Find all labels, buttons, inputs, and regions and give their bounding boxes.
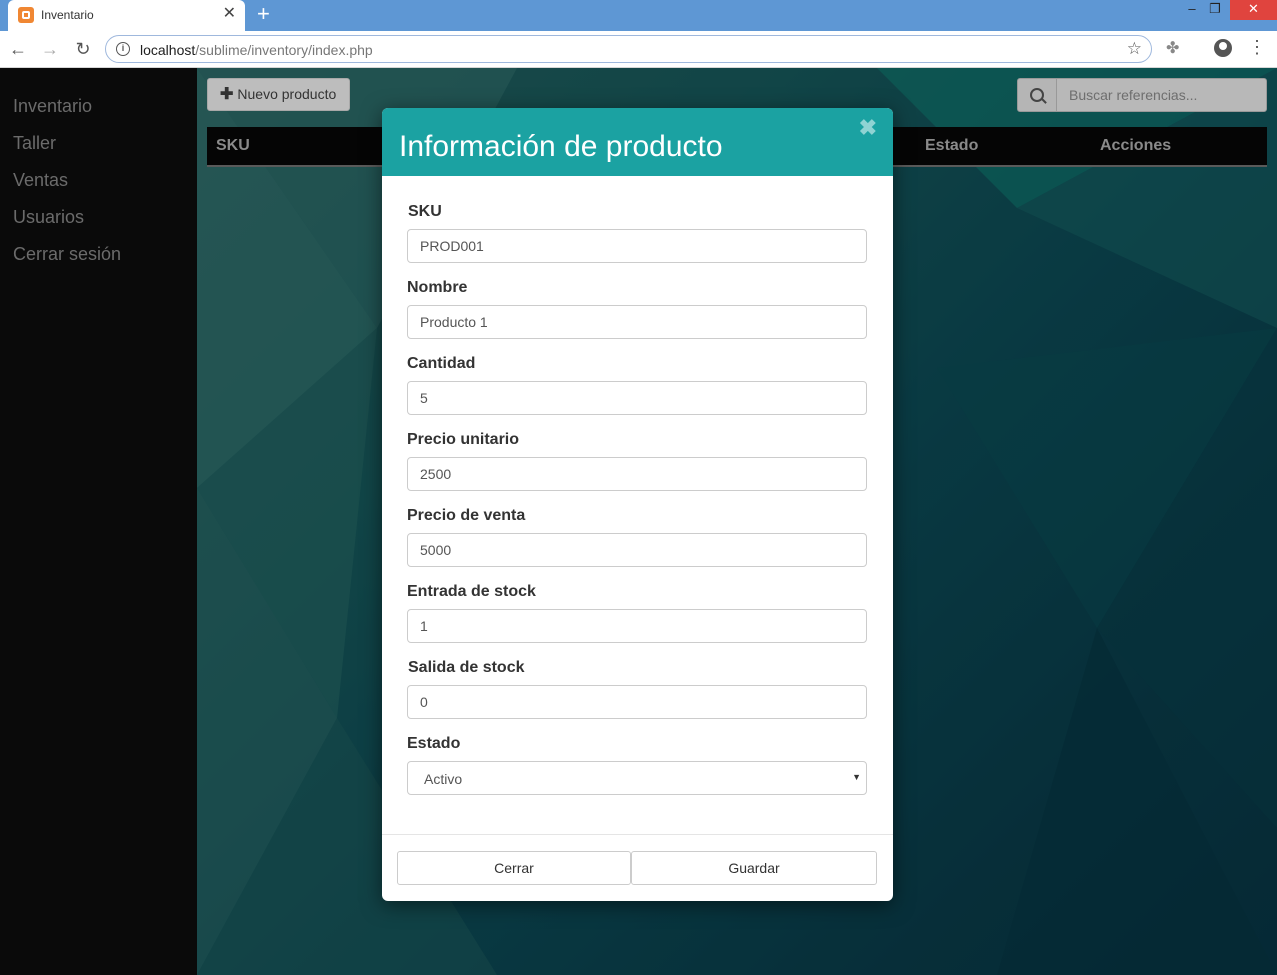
- new-product-button[interactable]: ✚ Nuevo producto: [207, 78, 350, 111]
- estado-label: Estado: [407, 735, 461, 752]
- column-header-estado: Estado: [925, 137, 979, 154]
- modal-close-icon[interactable]: ✖: [859, 115, 877, 141]
- sidebar-item-cerrar-sesion[interactable]: Cerrar sesión: [13, 244, 121, 265]
- url-host: localhost: [140, 42, 196, 58]
- extension-icon[interactable]: ✤: [1166, 38, 1179, 58]
- dropdown-arrow-icon: ▼: [852, 772, 861, 782]
- modal-footer-divider: [382, 834, 893, 835]
- nombre-label: Nombre: [407, 279, 468, 296]
- column-header-sku: SKU: [216, 137, 250, 154]
- browser-tab[interactable]: Inventario ✕: [8, 0, 245, 31]
- product-info-modal: Información de producto ✖ SKU Nombre Can…: [382, 108, 893, 901]
- search-input[interactable]: [1056, 78, 1267, 112]
- nombre-field[interactable]: [407, 305, 867, 339]
- column-header-acciones: Acciones: [1100, 137, 1172, 154]
- window-close-icon[interactable]: ✕: [1230, 0, 1277, 20]
- plus-icon: ✚: [220, 86, 234, 103]
- estado-select[interactable]: Activo ▼: [407, 761, 867, 795]
- sidebar-item-ventas[interactable]: Ventas: [13, 170, 68, 191]
- address-bar[interactable]: i localhost/sublime/inventory/index.php …: [105, 35, 1152, 63]
- restore-icon[interactable]: ❐: [1200, 0, 1230, 20]
- modal-title: Información de producto: [399, 130, 723, 163]
- bookmark-star-icon[interactable]: ☆: [1127, 39, 1142, 59]
- cantidad-label: Cantidad: [407, 355, 476, 372]
- salida-stock-field[interactable]: [407, 685, 867, 719]
- estado-selected-value: Activo: [424, 771, 463, 787]
- precio-unitario-label: Precio unitario: [407, 431, 520, 448]
- sidebar-item-taller[interactable]: Taller: [13, 133, 56, 154]
- close-button[interactable]: Cerrar: [397, 851, 631, 885]
- forward-arrow-icon[interactable]: →: [38, 37, 62, 61]
- reload-icon[interactable]: ↻: [71, 37, 95, 61]
- browser-toolbar: ← → ↻ i localhost/sublime/inventory/inde…: [0, 31, 1277, 68]
- account-icon[interactable]: [1214, 39, 1232, 57]
- info-icon[interactable]: i: [116, 42, 130, 56]
- new-product-label: Nuevo producto: [237, 86, 337, 102]
- sku-field[interactable]: [407, 229, 867, 263]
- cantidad-field[interactable]: [407, 381, 867, 415]
- more-menu-icon[interactable]: ⋮: [1248, 37, 1266, 57]
- new-tab-icon[interactable]: +: [257, 3, 270, 25]
- sidebar-item-inventario[interactable]: Inventario: [13, 96, 92, 117]
- browser-titlebar: Inventario ✕ + – ❐ ✕: [0, 0, 1277, 31]
- precio-venta-field[interactable]: [407, 533, 867, 567]
- precio-unitario-field[interactable]: [407, 457, 867, 491]
- sidebar-item-usuarios[interactable]: Usuarios: [13, 207, 84, 228]
- xampp-favicon-icon: [18, 7, 34, 23]
- url-text: localhost/sublime/inventory/index.php: [140, 42, 373, 58]
- sku-label: SKU: [408, 203, 442, 220]
- tab-title: Inventario: [41, 8, 94, 22]
- entrada-stock-field[interactable]: [407, 609, 867, 643]
- precio-venta-label: Precio de venta: [407, 507, 526, 524]
- modal-header: Información de producto ✖: [382, 108, 893, 176]
- tab-close-icon[interactable]: ✕: [223, 5, 236, 23]
- entrada-stock-label: Entrada de stock: [407, 583, 536, 600]
- url-path: /sublime/inventory/index.php: [195, 42, 373, 58]
- save-button[interactable]: Guardar: [631, 851, 877, 885]
- sidebar: Inventario Taller Ventas Usuarios Cerrar…: [0, 68, 197, 975]
- back-arrow-icon[interactable]: ←: [6, 37, 30, 61]
- salida-stock-label: Salida de stock: [408, 659, 525, 676]
- search-icon[interactable]: [1017, 78, 1057, 112]
